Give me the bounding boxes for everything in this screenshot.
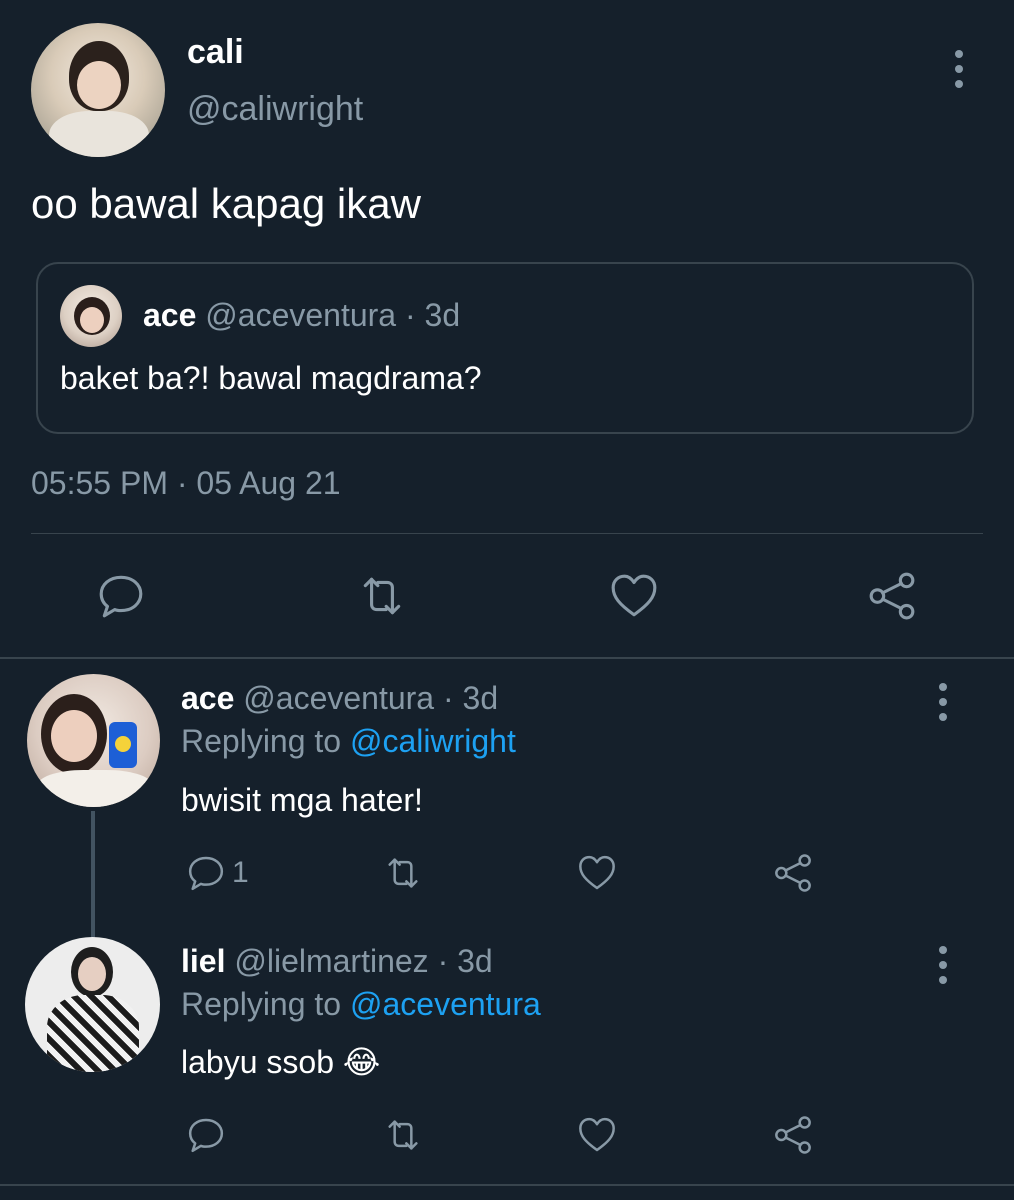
reply-author-name[interactable]: liel	[181, 943, 225, 979]
share-icon[interactable]	[866, 571, 918, 621]
reply-text: labyu ssob	[181, 1044, 334, 1080]
retweet-icon[interactable]	[382, 1115, 424, 1155]
tweet-text: oo bawal kapag ikaw	[31, 180, 421, 227]
more-options-icon[interactable]	[938, 946, 948, 984]
more-options-icon[interactable]	[954, 50, 964, 88]
heart-icon[interactable]	[576, 853, 618, 893]
reply-icon[interactable]	[186, 853, 226, 893]
more-options-icon[interactable]	[938, 683, 948, 721]
reply-handle-time[interactable]: @lielmartinez · 3d	[234, 943, 492, 979]
reply-handle-time[interactable]: @aceventura · 3d	[243, 680, 498, 716]
divider	[0, 1184, 1014, 1186]
tweet-timestamp[interactable]: 05:55 PM · 05 Aug 21	[31, 465, 341, 502]
quoted-tweet-card[interactable]	[36, 262, 974, 434]
replying-to-link[interactable]: @aceventura	[350, 986, 541, 1022]
heart-icon[interactable]	[608, 571, 660, 621]
reply-text: bwisit mga hater!	[181, 782, 423, 818]
quoted-handle-time[interactable]: @aceventura · 3d	[205, 297, 460, 333]
quoted-author-name[interactable]: ace	[143, 297, 196, 333]
author-handle[interactable]: @caliwright	[187, 90, 363, 129]
heart-icon[interactable]	[576, 1115, 618, 1155]
reply-author-name[interactable]: ace	[181, 680, 234, 716]
share-icon[interactable]	[772, 853, 814, 893]
retweet-icon[interactable]	[356, 571, 408, 621]
avatar-ace-small	[60, 285, 122, 347]
reply-icon[interactable]	[186, 1115, 226, 1155]
author-name[interactable]: cali	[187, 33, 244, 72]
divider	[0, 657, 1014, 659]
tears-of-joy-emoji: 😂	[342, 1043, 381, 1081]
replying-to-link[interactable]: @caliwright	[350, 723, 516, 759]
reply-count: 1	[232, 856, 249, 889]
divider	[31, 533, 983, 534]
thread-line	[91, 811, 95, 939]
avatar-ace[interactable]	[27, 674, 160, 807]
avatar-liel[interactable]	[25, 937, 160, 1072]
quoted-tweet-text: baket ba?! bawal magdrama?	[60, 360, 482, 396]
share-icon[interactable]	[772, 1115, 814, 1155]
replying-to-label: Replying to	[181, 723, 342, 759]
avatar-cali[interactable]	[31, 23, 165, 157]
retweet-icon[interactable]	[382, 853, 424, 893]
replying-to-label: Replying to	[181, 986, 342, 1022]
reply-icon[interactable]	[96, 571, 146, 621]
